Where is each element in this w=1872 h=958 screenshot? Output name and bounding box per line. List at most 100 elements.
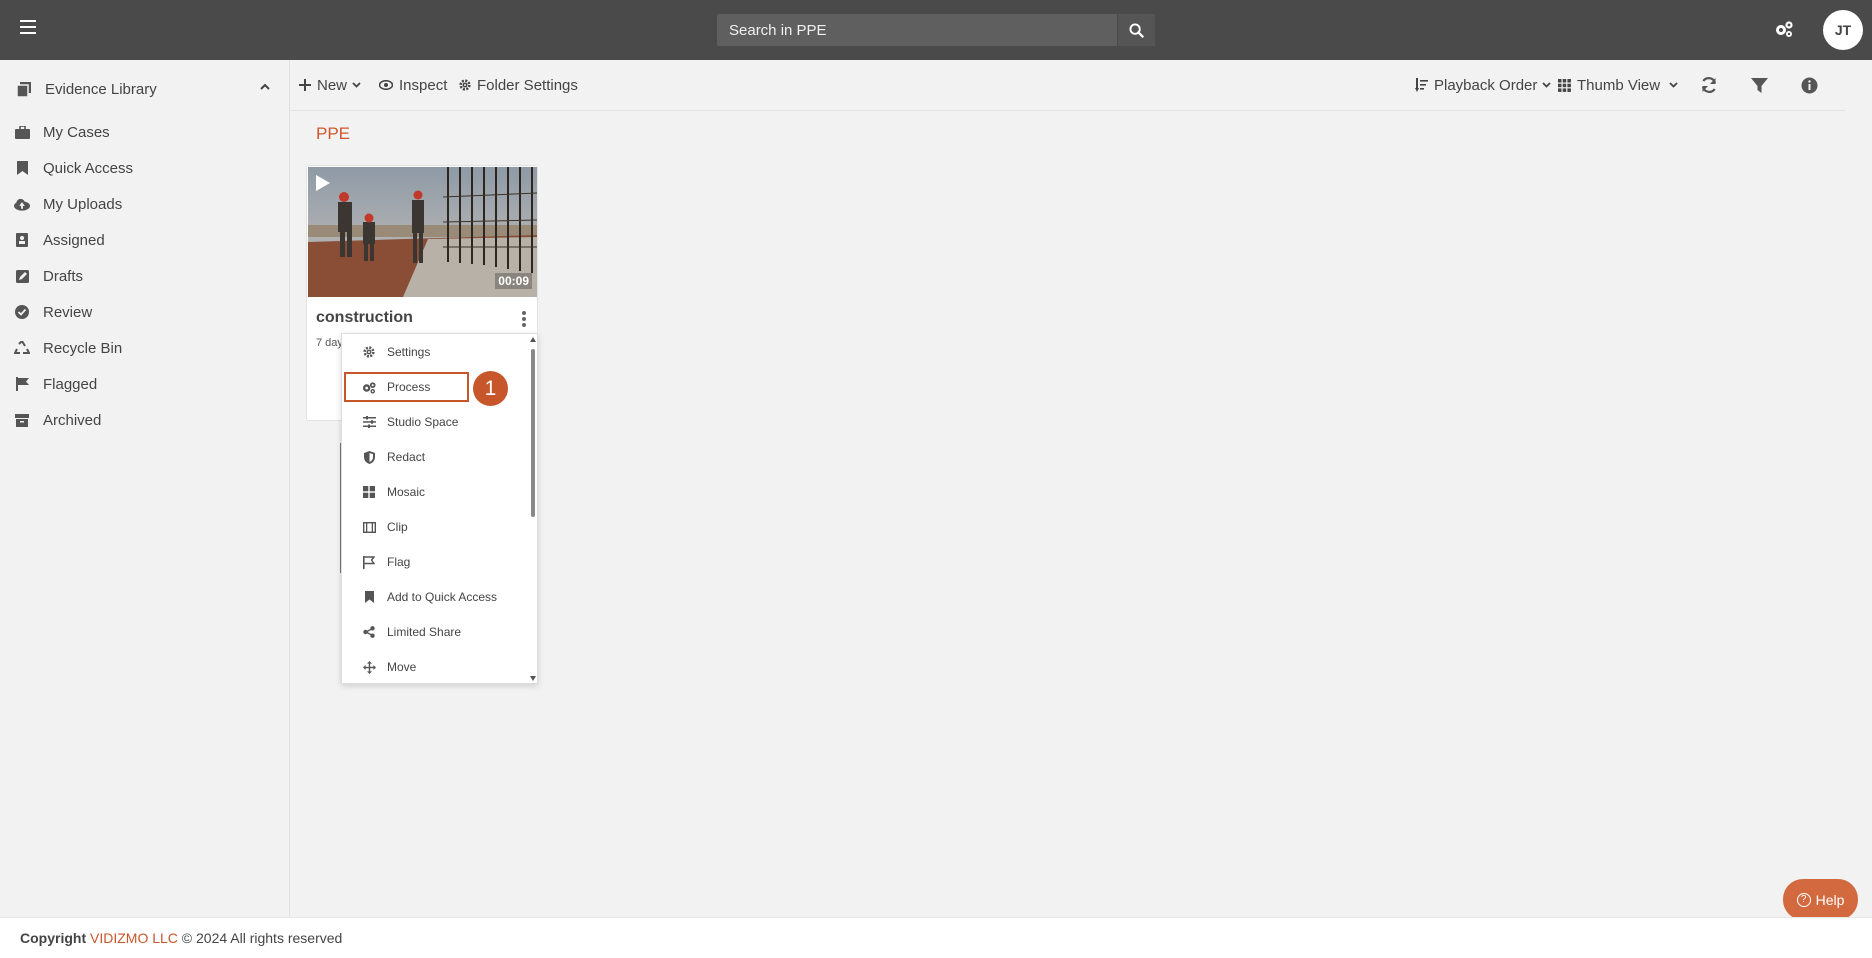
menu-item-move[interactable]: Move <box>342 652 528 682</box>
gear-icon <box>459 79 471 91</box>
flag-icon <box>14 376 30 392</box>
sidebar-item-label: My Cases <box>43 124 110 141</box>
filter-icon[interactable] <box>1747 73 1771 97</box>
menu-item-label: Process <box>387 380 431 394</box>
menu-item-label: Flag <box>387 555 411 569</box>
media-title[interactable]: construction <box>316 309 413 327</box>
film-icon <box>362 520 376 534</box>
play-icon[interactable] <box>316 175 330 191</box>
menu-item-flag[interactable]: Flag <box>342 547 528 577</box>
menu-item-mosaic[interactable]: Mosaic <box>342 477 528 507</box>
evidence-library-header[interactable]: Evidence Library <box>0 77 290 103</box>
sidebar-item-archived[interactable]: Archived <box>0 405 290 435</box>
new-button[interactable]: New <box>299 74 361 96</box>
menu-item-add-to-quick-access[interactable]: Add to Quick Access <box>342 582 528 612</box>
menu-item-label: Studio Space <box>387 415 459 429</box>
hamburger-menu-icon[interactable] <box>20 20 36 36</box>
thumb-view-label: Thumb View <box>1577 76 1661 94</box>
folder-settings-button[interactable]: Folder Settings <box>459 74 578 96</box>
help-label: Help <box>1815 891 1845 908</box>
help-button[interactable]: ? Help <box>1783 879 1858 920</box>
sidebar-item-my-cases[interactable]: My Cases <box>0 117 290 147</box>
search-button[interactable] <box>1117 14 1155 46</box>
grid-icon <box>1558 78 1571 92</box>
context-menu: Settings Process Studio Space Redact Mos… <box>341 333 538 684</box>
sidebar-item-assigned[interactable]: Assigned <box>0 225 290 255</box>
grid-icon <box>362 485 376 499</box>
eye-icon <box>379 80 393 90</box>
menu-item-limited-share[interactable]: Limited Share <box>342 617 528 647</box>
media-meta: 7 day <box>316 337 343 349</box>
video-thumbnail[interactable]: 00:09 <box>308 167 537 297</box>
sidebar-item-label: Recycle Bin <box>43 340 123 357</box>
flag-outline-icon <box>362 555 376 569</box>
thumb-view-dropdown[interactable]: Thumb View <box>1558 74 1678 96</box>
search-box <box>717 14 1155 46</box>
caret-down-icon <box>352 82 361 88</box>
step-number-badge: 1 <box>473 371 508 406</box>
recycle-icon <box>14 340 30 356</box>
question-icon: ? <box>1796 892 1811 907</box>
menu-item-settings[interactable]: Settings <box>342 337 528 367</box>
menu-item-label: Mosaic <box>387 485 426 499</box>
evidence-library-label: Evidence Library <box>45 81 157 98</box>
gears-icon <box>362 380 376 394</box>
search-input[interactable] <box>717 14 1117 46</box>
copyright-label: Copyright <box>20 930 87 946</box>
gear-icon <box>362 345 376 359</box>
footer: Copyright VIDIZMO LLC © 2024 All rights … <box>0 917 1872 958</box>
menu-item-redact[interactable]: Redact <box>342 442 528 472</box>
search-icon <box>1129 22 1144 38</box>
sidebar-item-drafts[interactable]: Drafts <box>0 261 290 291</box>
caret-down-icon <box>1542 82 1552 88</box>
chevron-up-icon[interactable] <box>260 83 270 91</box>
sidebar-item-label: Drafts <box>43 268 84 285</box>
process-settings-icon[interactable] <box>1773 18 1795 40</box>
top-bar: JT <box>0 0 1872 60</box>
library-icon <box>17 82 31 97</box>
more-options-icon[interactable] <box>517 311 531 331</box>
sliders-icon <box>362 415 376 429</box>
sort-icon <box>1415 78 1428 92</box>
scroll-down-arrow-icon[interactable] <box>530 676 536 681</box>
sidebar-item-label: My Uploads <box>43 196 123 213</box>
menu-item-label: Move <box>387 660 417 674</box>
menu-item-label: Clip <box>387 520 408 534</box>
rights-text: © 2024 All rights reserved <box>181 930 343 946</box>
caret-down-icon <box>1669 82 1678 88</box>
menu-item-studio-space[interactable]: Studio Space <box>342 407 528 437</box>
menu-item-label: Add to Quick Access <box>387 590 498 604</box>
sidebar-item-my-uploads[interactable]: My Uploads <box>0 189 290 219</box>
inspect-button[interactable]: Inspect <box>379 74 447 96</box>
playback-order-label: Playback Order <box>1434 76 1538 94</box>
sidebar-item-flagged[interactable]: Flagged <box>0 369 290 399</box>
user-avatar[interactable]: JT <box>1823 10 1863 50</box>
playback-order-dropdown[interactable]: Playback Order <box>1415 74 1552 96</box>
edit-icon <box>14 268 30 284</box>
sidebar-item-quick-access[interactable]: Quick Access <box>0 153 290 183</box>
sidebar: Evidence Library My Cases Quick Access M… <box>0 60 290 917</box>
menu-item-clip[interactable]: Clip <box>342 512 528 542</box>
folder-title[interactable]: PPE <box>316 124 350 144</box>
menu-item-process[interactable]: Process <box>344 372 469 402</box>
cloud-upload-icon <box>14 196 30 212</box>
menu-item-label: Limited Share <box>387 625 462 639</box>
brand-link[interactable]: VIDIZMO LLC <box>90 930 178 946</box>
sidebar-item-label: Flagged <box>43 376 98 393</box>
plus-icon <box>299 79 311 91</box>
sidebar-item-review[interactable]: Review <box>0 297 290 327</box>
shield-icon <box>362 450 376 464</box>
folder-settings-label: Folder Settings <box>477 76 578 94</box>
info-icon[interactable] <box>1797 73 1821 97</box>
refresh-icon[interactable] <box>1697 73 1721 97</box>
sidebar-item-recycle-bin[interactable]: Recycle Bin <box>0 333 290 363</box>
menu-scroll-thumb[interactable] <box>531 349 535 517</box>
scroll-up-arrow-icon[interactable] <box>530 337 536 342</box>
share-icon <box>362 625 376 639</box>
menu-item-label: Settings <box>387 345 431 359</box>
video-duration: 00:09 <box>495 273 532 289</box>
copyright-text: Copyright VIDIZMO LLC © 2024 All rights … <box>20 930 342 946</box>
sidebar-item-label: Archived <box>43 412 102 429</box>
new-label: New <box>317 76 348 94</box>
move-icon <box>362 660 376 674</box>
